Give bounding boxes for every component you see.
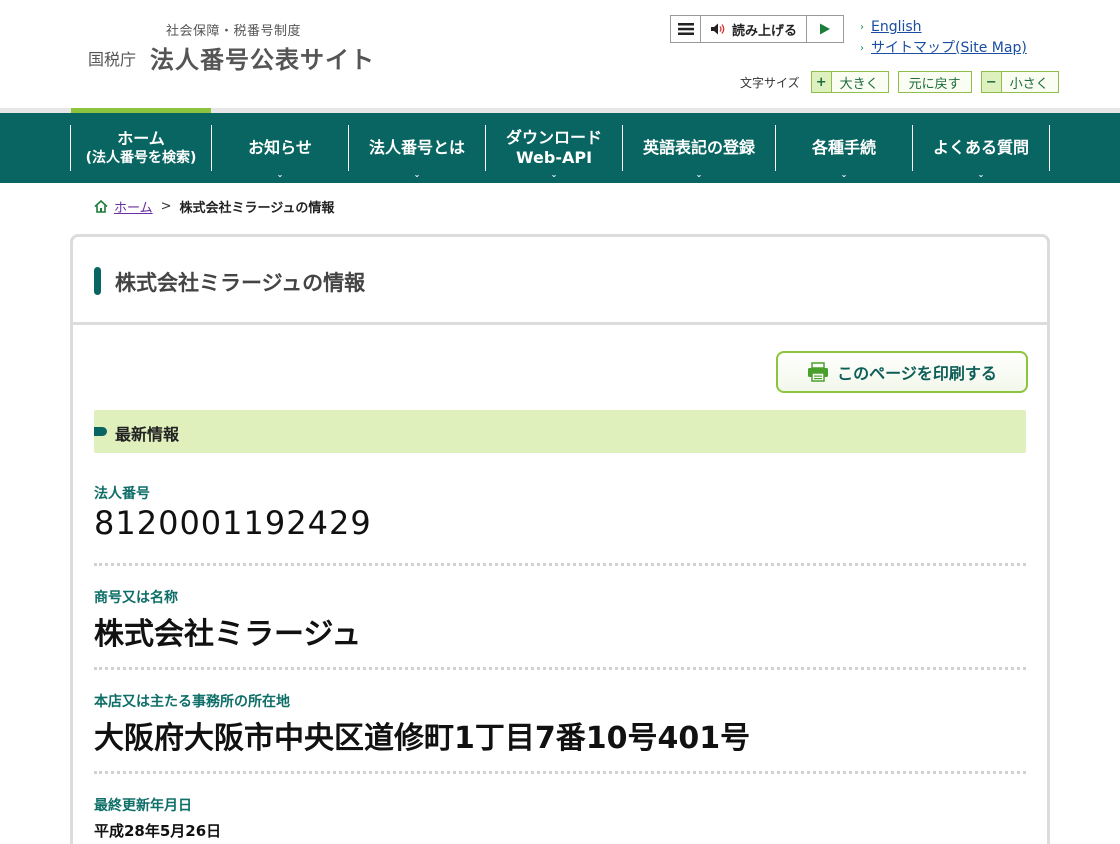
field-address: 本店又は主たる事務所の所在地 大阪府大阪市中央区道修町1丁目7番10号401号 [94,691,1026,774]
chevron-down-icon: ⌄ [977,170,985,179]
field-label: 法人番号 [94,486,150,502]
nav-item-label: 各種手続 [811,138,876,157]
chevron-down-icon: ⌄ [840,170,848,179]
font-reset-label: 元に戻す [908,76,961,92]
speaker-icon [710,23,725,35]
field-divider [94,771,1026,774]
field-divider [94,563,1026,566]
logo-agency: 国税庁 [88,50,137,69]
field-value: 株式会社ミラージュ [94,617,362,652]
nav-item-faq[interactable]: よくある質問 ⌄ [912,125,1050,179]
font-larger-label: 大きく [839,76,879,92]
nav-item-download[interactable]: ダウンロード Web-API ⌄ [485,125,622,179]
title-accent-bar [94,267,101,295]
site-header: 社会保障・税番号制度 国税庁 法人番号公表サイト 読み上げる › English… [0,0,1120,108]
english-link-label: English [871,19,922,35]
chevron-down-icon: ⌄ [413,170,421,179]
minus-icon: − [981,72,1002,92]
print-page-button[interactable]: このページを印刷する [776,351,1028,393]
read-aloud-menu-button[interactable] [671,16,701,42]
chevron-down-icon: ⌄ [550,170,558,179]
field-value: 大阪府大阪市中央区道修町1丁目7番10号401号 [94,721,751,756]
chevron-right-icon: › [860,22,864,33]
plus-icon: + [811,72,832,92]
field-label: 本店又は主たる事務所の所在地 [94,694,290,710]
english-link[interactable]: › English [860,17,1027,38]
field-value: 8120001192429 [94,504,372,542]
breadcrumb: ホーム > 株式会社ミラージュの情報 [94,197,334,216]
font-reset-button[interactable]: 元に戻す [897,71,972,93]
nav-item-procedures[interactable]: 各種手続 ⌄ [775,125,912,179]
corporation-info-panel: 株式会社ミラージュの情報 このページを印刷する 最新情報 法人番号 812000… [70,234,1050,844]
field-divider [94,667,1026,670]
chevron-down-icon: ⌄ [276,170,284,179]
nav-item-home[interactable]: ホーム (法人番号を検索) [70,125,211,171]
sitemap-link-label: サイトマップ(Site Map) [871,40,1027,56]
nav-item-sublabel: (法人番号を検索) [85,150,197,166]
font-size-label: 文字サイズ [740,75,800,90]
nav-item-label: 法人番号とは [368,138,465,157]
nav-item-label: お知らせ [248,138,312,157]
nav-item-label: ダウンロード [505,128,602,147]
font-larger-button[interactable]: + 大きく [810,71,889,93]
home-icon [94,200,108,213]
menu-icon [677,23,694,35]
font-smaller-button[interactable]: − 小さく [980,71,1059,93]
field-corporate-number: 法人番号 8120001192429 [94,483,1026,566]
play-icon [820,23,830,35]
top-links: › English › サイトマップ(Site Map) [860,17,1027,59]
nav-item-label: よくある質問 [932,138,1029,157]
logo-site-name: 法人番号公表サイト [150,46,375,74]
breadcrumb-separator: > [160,199,172,214]
page-title: 株式会社ミラージュの情報 [115,271,366,295]
logo-subtitle: 社会保障・税番号制度 [166,24,302,39]
chevron-right-icon: › [860,43,864,54]
nav-item-label: ホーム [117,129,165,148]
nav-item-label: 英語表記の登録 [642,138,755,157]
play-button[interactable] [807,16,843,42]
sitemap-link[interactable]: › サイトマップ(Site Map) [860,38,1027,59]
read-aloud-button[interactable]: 読み上げる [701,16,807,42]
field-trade-name: 商号又は名称 株式会社ミラージュ [94,587,1026,670]
read-aloud-bar: 読み上げる [670,15,844,43]
section-title: 最新情報 [115,425,180,444]
nav-item-news[interactable]: お知らせ ⌄ [211,125,348,179]
global-nav: ホーム (法人番号を検索) お知らせ ⌄ 法人番号とは ⌄ ダウンロード Web… [0,113,1120,183]
nav-item-about[interactable]: 法人番号とは ⌄ [348,125,485,179]
field-last-updated: 最終更新年月日 平成28年5月26日 [94,795,1026,841]
field-value: 平成28年5月26日 [94,822,222,840]
nav-item-sublabel: Web-API [515,148,593,167]
printer-icon [808,362,829,382]
font-smaller-label: 小さく [1009,76,1049,92]
panel-header: 株式会社ミラージュの情報 [73,237,1047,325]
section-latest-info: 最新情報 [94,410,1026,453]
chevron-down-icon: ⌄ [695,170,703,179]
breadcrumb-home-link[interactable]: ホーム [114,197,153,216]
print-page-label: このページを印刷する [837,364,997,383]
section-marker [94,427,107,436]
font-size-controls: 文字サイズ + 大きく 元に戻す − 小さく [740,71,1059,93]
breadcrumb-current: 株式会社ミラージュの情報 [179,201,335,216]
read-aloud-label: 読み上げる [731,23,797,39]
field-label: 最終更新年月日 [94,798,192,814]
nav-item-english-registration[interactable]: 英語表記の登録 ⌄ [622,125,775,179]
field-label: 商号又は名称 [94,590,178,606]
